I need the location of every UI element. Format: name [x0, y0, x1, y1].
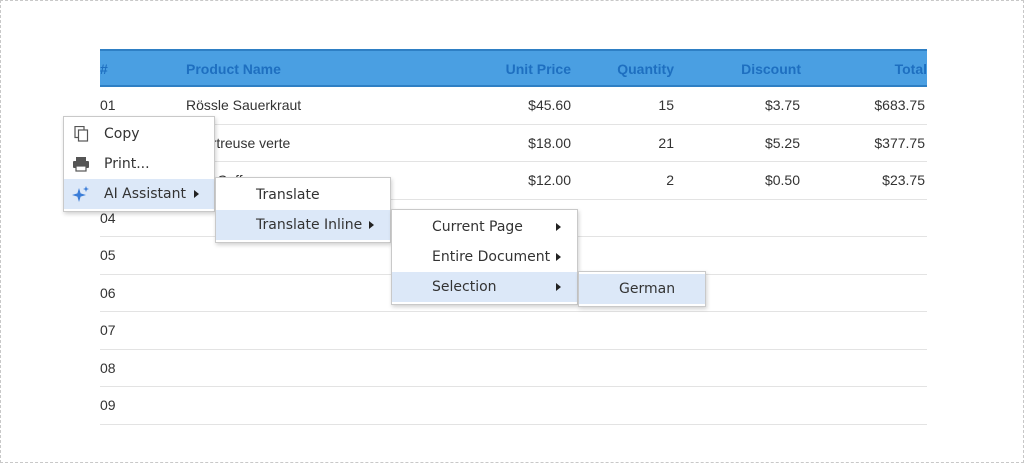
- menu-item-ai-assistant-label: AI Assistant: [104, 186, 186, 202]
- header-total: Total: [894, 61, 927, 77]
- submenu-arrow-icon: [369, 221, 374, 229]
- submenu-arrow-icon: [556, 283, 561, 291]
- menu-item-current-page[interactable]: Current Page: [392, 212, 577, 242]
- menu-item-current-page-label: Current Page: [432, 219, 523, 235]
- menu-item-translate-inline[interactable]: Translate Inline: [216, 210, 390, 240]
- cell-number: 06: [100, 284, 116, 301]
- document-viewer: # Product Name Unit Price Quantity Disco…: [0, 0, 1024, 463]
- menu-item-copy[interactable]: Copy: [64, 119, 214, 149]
- cell-unit-price: $45.60: [528, 97, 571, 113]
- submenu-arrow-icon: [556, 223, 561, 231]
- header-product-name: Product Name: [186, 61, 281, 77]
- sparkle-icon: [72, 186, 89, 202]
- cell-number: 07: [100, 322, 116, 338]
- cell-quantity: 21: [658, 134, 674, 151]
- header-number: #: [100, 61, 108, 77]
- submenu-arrow-icon: [194, 190, 199, 198]
- language-submenu: German: [578, 271, 706, 307]
- cell-discount: $5.25: [764, 134, 800, 151]
- menu-item-print-label: Print...: [104, 156, 150, 172]
- menu-item-copy-label: Copy: [104, 126, 140, 142]
- menu-item-german[interactable]: German: [579, 274, 705, 304]
- submenu-arrow-icon: [556, 253, 561, 261]
- table-header: # Product Name Unit Price Quantity Disco…: [100, 49, 927, 87]
- table-row: 09: [100, 387, 927, 425]
- menu-item-entire-document-label: Entire Document: [432, 249, 551, 265]
- cell-number: 08: [100, 359, 116, 376]
- context-menu: Copy Print... AI Assistant: [63, 116, 215, 212]
- header-unit-price: Unit Price: [505, 61, 571, 77]
- cell-number: 05: [100, 247, 116, 263]
- printer-icon: [73, 157, 89, 172]
- cell-number: 09: [100, 397, 116, 413]
- menu-item-german-label: German: [619, 281, 676, 297]
- ai-assistant-submenu: Translate Translate Inline: [215, 177, 391, 243]
- cell-unit-price: $18.00: [528, 134, 571, 151]
- table-row: 02Chartreuse verte$18.0021$5.25$377.75: [100, 125, 927, 162]
- cell-total: $377.75: [874, 134, 925, 151]
- cell-quantity: 15: [658, 97, 674, 113]
- cell-total: $23.75: [882, 172, 925, 188]
- cell-discount: $0.50: [764, 172, 800, 188]
- menu-item-translate-label: Translate: [256, 187, 320, 203]
- menu-item-ai-assistant[interactable]: AI Assistant: [64, 179, 214, 209]
- table-row: 08: [100, 350, 927, 387]
- cell-unit-price: $12.00: [528, 172, 571, 188]
- translate-inline-submenu: Current Page Entire Document Selection: [391, 209, 578, 305]
- copy-icon: [74, 126, 89, 142]
- header-discount: Discount: [741, 61, 801, 77]
- header-quantity: Quantity: [617, 61, 674, 77]
- menu-item-print[interactable]: Print...: [64, 149, 214, 179]
- menu-item-selection-label: Selection: [432, 279, 497, 295]
- menu-item-translate[interactable]: Translate: [216, 180, 390, 210]
- menu-item-translate-inline-label: Translate Inline: [256, 217, 363, 233]
- cell-quantity: 2: [666, 172, 674, 188]
- cell-total: $683.75: [874, 97, 925, 113]
- menu-item-entire-document[interactable]: Entire Document: [392, 242, 577, 272]
- table-row: 07: [100, 312, 927, 350]
- table-row: 01 Rössle Sauerkraut $45.60 15 $3.75 $683.75: [100, 87, 927, 125]
- cell-discount: $3.75: [764, 97, 800, 113]
- menu-item-selection[interactable]: Selection: [392, 272, 577, 302]
